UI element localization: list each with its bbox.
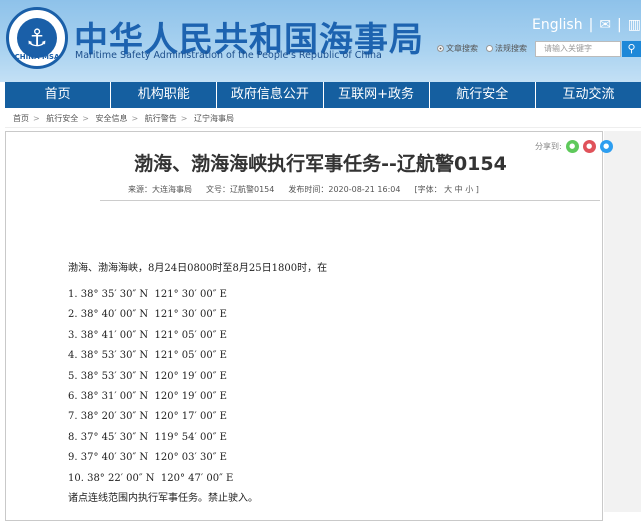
coordinate-point: 6. 38° 31′ 00″ N 120° 19′ 00″ E	[68, 390, 227, 402]
coordinate-point: 4. 38° 53′ 30″ N 121° 05′ 00″ E	[68, 350, 227, 362]
breadcrumb-item[interactable]: 首页	[13, 114, 29, 123]
intro-text: 渤海、渤海海峡，8月24日0800时至8月25日1800时，在	[68, 263, 328, 274]
nav-internet-gov[interactable]: 互联网+政务	[323, 82, 429, 108]
outro-text: 诸点连线范围内执行军事任务。禁止驶入。	[68, 492, 258, 504]
nav-nav-safety[interactable]: 航行安全	[429, 82, 535, 108]
breadcrumb-item[interactable]: 安全信息	[96, 114, 128, 123]
breadcrumb-item[interactable]: 辽宁海事局	[194, 114, 234, 123]
breadcrumb: 首页 > 航行安全 > 安全信息 > 航行警告 > 辽宁海事局	[5, 110, 641, 128]
msa-logo[interactable]: ⚓ CHINA MSA	[6, 7, 68, 69]
divider: |	[617, 17, 622, 33]
book-icon[interactable]: ▥	[628, 17, 641, 33]
divider: |	[588, 17, 594, 33]
search-input[interactable]: 请输入关键字	[535, 41, 621, 57]
radio-icon	[437, 45, 444, 52]
search-icon[interactable]: ⚲	[622, 41, 641, 57]
article-meta: 来源：大连海事局 文号：辽航警0154 发布时间：2020-08-21 16:0…	[128, 184, 479, 195]
chevron-icon: >	[180, 114, 188, 123]
coordinate-point: 5. 38° 53′ 30″ N 120° 19′ 00″ E	[68, 370, 227, 382]
coordinate-point: 3. 38° 41′ 00″ N 121° 05′ 00″ E	[68, 329, 227, 341]
option-label: 法规搜索	[495, 44, 527, 53]
article-body: 渤海、渤海海峡，8月24日0800时至8月25日1800时，在 1. 38° 3…	[68, 259, 327, 507]
breadcrumb-item[interactable]: 航行警告	[145, 114, 177, 123]
chevron-icon: >	[33, 114, 40, 123]
chevron-icon: >	[131, 114, 139, 123]
breadcrumb-item[interactable]: 航行安全	[46, 114, 78, 123]
main-nav: 首页 机构职能 政府信息公开 互联网+政务 航行安全 互动交流	[5, 82, 641, 108]
coordinate-point: 10. 38° 22′ 00″ N 120° 47′ 00″ E	[68, 472, 234, 484]
divider	[100, 200, 600, 201]
english-link[interactable]: English	[532, 17, 583, 33]
article-title: 渤海、渤海海峡执行军事任务--辽航警0154	[134, 153, 507, 175]
nav-home[interactable]: 首页	[5, 82, 111, 108]
nav-functions[interactable]: 机构职能	[111, 82, 217, 108]
coordinate-point: 2. 38° 40′ 00″ N 121° 30′ 00″ E	[68, 309, 227, 321]
nav-gov-info[interactable]: 政府信息公开	[217, 82, 323, 108]
chevron-icon: >	[82, 114, 89, 123]
nav-interaction[interactable]: 互动交流	[535, 82, 641, 108]
site-subtitle: Maritime Safety Administration of the Pe…	[75, 50, 382, 61]
mail-icon[interactable]: ✉	[599, 17, 611, 33]
coordinate-point: 7. 38° 20′ 30″ N 120° 17′ 00″ E	[68, 411, 227, 423]
option-label: 文章搜索	[446, 44, 478, 53]
site-header: ⚓ CHINA MSA 中华人民共和国海事局 Maritime Safety Ad…	[0, 0, 641, 82]
coordinate-point: 1. 38° 35′ 30″ N 121° 30′ 00″ E	[68, 289, 227, 300]
doc-number: 文号：辽航警0154	[206, 185, 275, 194]
source: 来源：大连海事局	[128, 185, 192, 194]
radio-icon	[486, 45, 493, 52]
anchor-icon: ⚓	[17, 18, 57, 58]
search-option-articles[interactable]: 文章搜索	[437, 43, 478, 54]
publish-time: 发布时间：2020-08-21 16:04	[288, 185, 401, 194]
coordinate-point: 9. 37° 40′ 30″ N 120° 03′ 30″ E	[68, 452, 227, 464]
coordinate-point: 8. 37° 45′ 30″ N 119° 54′ 00″ E	[68, 431, 227, 443]
logo-text: CHINA MSA	[14, 53, 60, 61]
side-area	[604, 131, 641, 512]
font-size-control[interactable]: [字体： 大 中 小 ]	[414, 184, 478, 195]
search-option-laws[interactable]: 法规搜索	[486, 43, 527, 54]
